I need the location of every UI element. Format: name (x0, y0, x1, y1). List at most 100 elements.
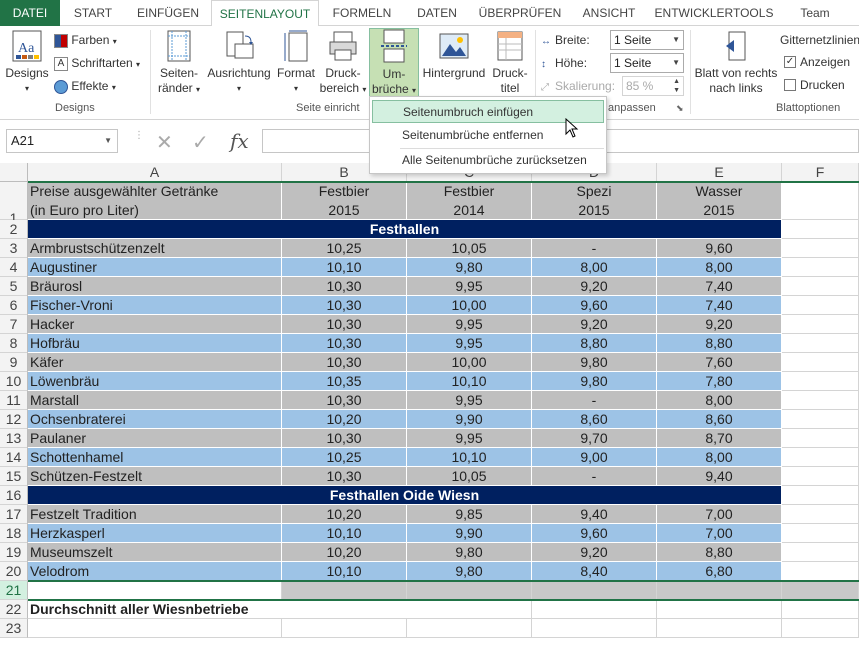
price-cell[interactable]: 9,60 (532, 524, 657, 543)
price-cell[interactable]: 8,80 (657, 543, 782, 562)
venue-name-cell[interactable]: Paulaner (28, 429, 282, 448)
tab-team[interactable]: Team (780, 0, 850, 26)
section-header-festhallen[interactable]: Festhallen (28, 220, 782, 239)
venue-name-cell[interactable]: Festzelt Tradition (28, 505, 282, 524)
price-cell[interactable]: 10,30 (282, 334, 407, 353)
row-header[interactable]: 3 (0, 239, 28, 258)
price-cell[interactable]: 10,30 (282, 429, 407, 448)
price-cell[interactable]: 10,00 (407, 353, 532, 372)
header-cell[interactable]: Festbier 2015 (282, 182, 407, 220)
hintergrund-button[interactable]: Hintergrund (420, 30, 488, 81)
price-cell[interactable]: 10,30 (282, 277, 407, 296)
price-cell[interactable]: 10,10 (282, 562, 407, 581)
header-cell[interactable]: Wasser 2015 (657, 182, 782, 220)
price-cell[interactable]: 9,20 (532, 315, 657, 334)
menu-item-alle-zuruecksetzen[interactable]: Alle Seitenumbrüche zurücksetzen (372, 149, 604, 172)
price-cell[interactable]: 8,60 (532, 410, 657, 429)
row-header[interactable]: 7 (0, 315, 28, 334)
row-header[interactable]: 18 (0, 524, 28, 543)
empty-cell[interactable] (657, 619, 782, 638)
empty-cell[interactable] (782, 619, 859, 638)
price-cell[interactable]: 8,00 (657, 258, 782, 277)
venue-name-cell[interactable]: Fischer-Vroni (28, 296, 282, 315)
venue-name-cell[interactable]: Käfer (28, 353, 282, 372)
row-header[interactable]: 6 (0, 296, 28, 315)
price-cell[interactable]: 8,80 (532, 334, 657, 353)
empty-cell[interactable] (782, 448, 859, 467)
venue-name-cell[interactable]: Ochsenbraterei (28, 410, 282, 429)
dialog-launcher-icon[interactable]: ⬊ (676, 103, 684, 114)
venue-name-cell[interactable]: Schützen-Festzelt (28, 467, 282, 486)
price-cell[interactable]: 10,30 (282, 467, 407, 486)
price-cell[interactable]: 7,80 (657, 372, 782, 391)
empty-cell[interactable] (782, 353, 859, 372)
price-cell[interactable]: 9,40 (657, 467, 782, 486)
tab-überprüfen[interactable]: ÜBERPRÜFEN (470, 0, 570, 26)
row-header[interactable]: 9 (0, 353, 28, 372)
seitenraender-button[interactable]: Seiten- ränder ▾ (156, 30, 202, 97)
empty-cell[interactable] (782, 182, 859, 220)
price-cell[interactable]: 10,30 (282, 315, 407, 334)
row-header[interactable]: 4 (0, 258, 28, 277)
select-all-corner[interactable] (0, 163, 28, 182)
venue-name-cell[interactable]: Löwenbräu (28, 372, 282, 391)
insert-function-icon[interactable]: fx (230, 129, 249, 153)
empty-cell[interactable] (28, 619, 282, 638)
price-cell[interactable]: 10,30 (282, 296, 407, 315)
venue-name-cell[interactable]: Museumszelt (28, 543, 282, 562)
tab-daten[interactable]: DATEN (404, 0, 470, 26)
header-cell[interactable]: Spezi 2015 (532, 182, 657, 220)
tab-einfügen[interactable]: EINFÜGEN (126, 0, 210, 26)
price-cell[interactable]: 10,20 (282, 543, 407, 562)
empty-cell[interactable] (782, 410, 859, 429)
price-cell[interactable]: 9,60 (657, 239, 782, 258)
price-cell[interactable]: 9,70 (532, 429, 657, 448)
price-cell[interactable]: 9,80 (532, 372, 657, 391)
empty-cell[interactable] (782, 334, 859, 353)
selected-cell-a21[interactable] (28, 581, 282, 600)
price-cell[interactable]: 9,20 (532, 543, 657, 562)
empty-cell[interactable] (532, 619, 657, 638)
confirm-icon[interactable]: ✓ (192, 130, 209, 155)
price-cell[interactable]: 10,30 (282, 353, 407, 372)
price-cell[interactable]: 7,40 (657, 277, 782, 296)
farben-button[interactable]: Farben ▾ (54, 30, 117, 50)
empty-cell[interactable] (407, 600, 532, 619)
drucktitel-button[interactable]: Druck- titel (488, 30, 532, 96)
empty-cell[interactable] (782, 562, 859, 581)
selected-row-cell[interactable] (407, 581, 532, 600)
row-header[interactable]: 1 (0, 182, 28, 226)
selected-row-cell[interactable] (657, 581, 782, 600)
price-cell[interactable]: 8,00 (532, 258, 657, 277)
empty-cell[interactable] (782, 315, 859, 334)
venue-name-cell[interactable]: Marstall (28, 391, 282, 410)
price-cell[interactable]: 9,95 (407, 315, 532, 334)
empty-cell[interactable] (782, 524, 859, 543)
name-box[interactable]: A21 ▼ (6, 129, 118, 153)
selected-row-cell[interactable] (532, 581, 657, 600)
row-header[interactable]: 11 (0, 391, 28, 410)
hoehe-select[interactable]: 1 Seite ▼ (610, 53, 684, 73)
empty-cell[interactable] (782, 429, 859, 448)
column-header-f[interactable]: F (782, 163, 859, 182)
price-cell[interactable]: 9,90 (407, 410, 532, 429)
price-cell[interactable]: 7,00 (657, 505, 782, 524)
price-cell[interactable]: - (532, 467, 657, 486)
empty-cell[interactable] (782, 372, 859, 391)
umbrueche-button[interactable]: Um- brüche ▾ (369, 28, 419, 100)
format-button[interactable]: Format ▾ (274, 30, 318, 96)
row-header[interactable]: 23 (0, 619, 28, 638)
price-cell[interactable]: 10,10 (282, 524, 407, 543)
cancel-icon[interactable]: ✕ (156, 130, 173, 155)
tab-ansicht[interactable]: ANSICHT (570, 0, 648, 26)
empty-cell[interactable] (532, 600, 657, 619)
header-cell-a[interactable]: Preise ausgewählter Getränke (in Euro pro… (28, 182, 282, 220)
summary-label-cell[interactable]: Durchschnitt aller Wiesnbetriebe (28, 600, 407, 619)
price-cell[interactable]: 9,85 (407, 505, 532, 524)
empty-cell[interactable] (782, 277, 859, 296)
venue-name-cell[interactable]: Herzkasperl (28, 524, 282, 543)
price-cell[interactable]: 10,05 (407, 467, 532, 486)
selected-row-cell[interactable] (782, 581, 859, 600)
price-cell[interactable]: 10,05 (407, 239, 532, 258)
venue-name-cell[interactable]: Hofbräu (28, 334, 282, 353)
